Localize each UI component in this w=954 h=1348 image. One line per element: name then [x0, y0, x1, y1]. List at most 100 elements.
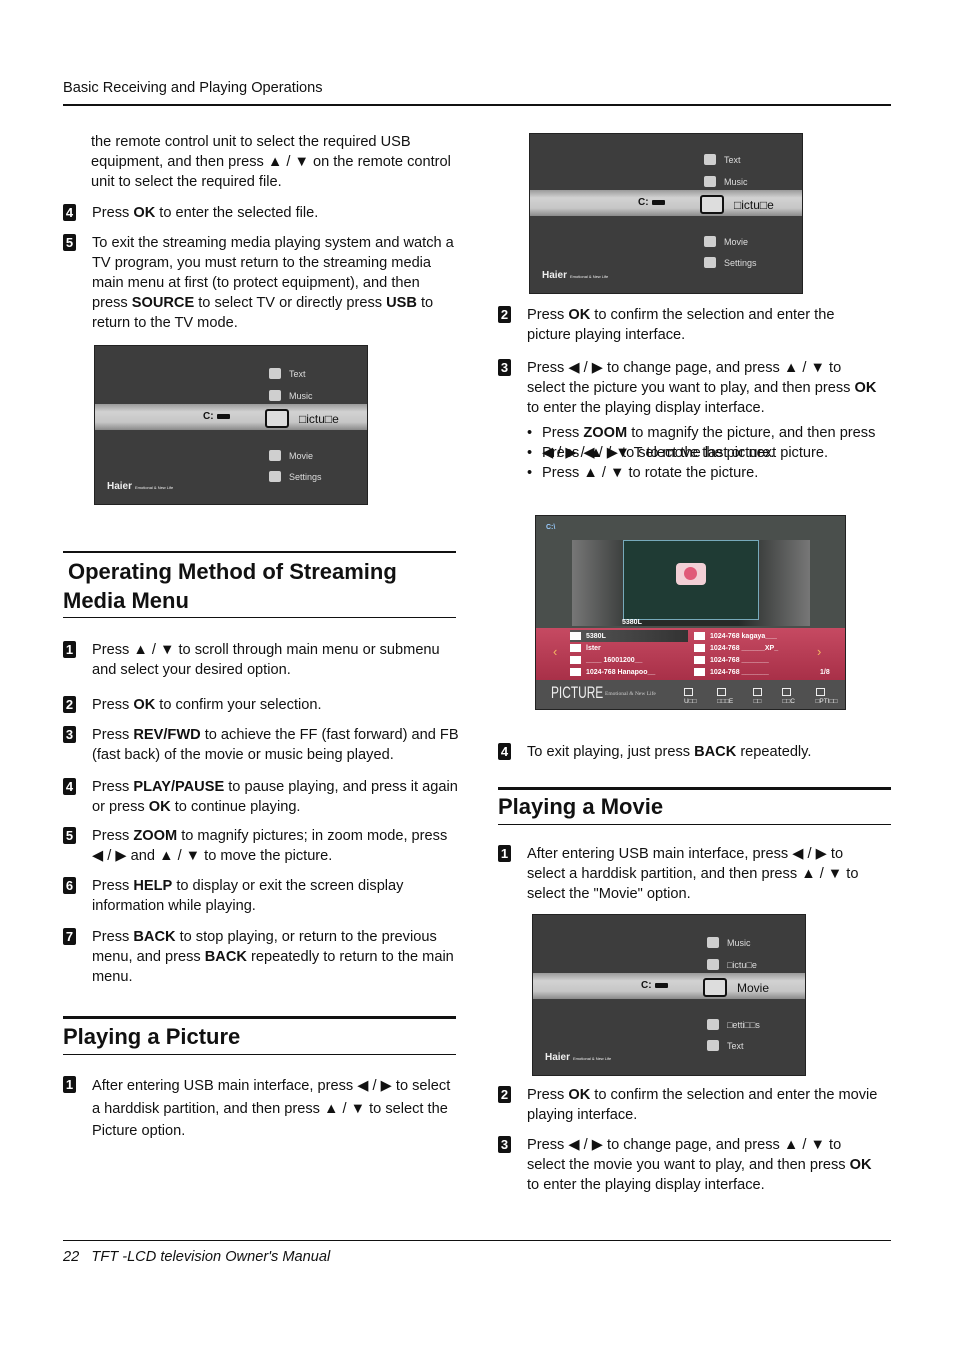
step-number-badge: 3	[498, 359, 511, 376]
key-name: ZOOM	[133, 828, 178, 844]
hint-item: □□C	[782, 688, 803, 705]
file-item[interactable]: 1024-768 ______XP_	[694, 642, 824, 654]
step-text: Press OK to confirm the selection and en…	[527, 305, 877, 345]
hint-key-icon	[717, 688, 727, 696]
file-item[interactable]: 5380L	[570, 630, 688, 642]
next-page-icon[interactable]: ›	[817, 644, 821, 659]
menu-item-label: Settings	[289, 471, 322, 482]
menu-item[interactable]: Settings	[704, 257, 757, 268]
file-item[interactable]: 1024-768 Hanapoo__	[570, 666, 688, 678]
menu-item[interactable]: Text	[269, 368, 306, 379]
step-number-badge: 5	[63, 234, 76, 251]
step-text: Press REV/FWD to achieve the FF (fast fo…	[92, 725, 460, 765]
menu-item-icon	[704, 236, 716, 247]
logo-tagline: Emotional & New Life	[135, 485, 174, 490]
text-segment: to confirm your selection.	[155, 697, 322, 713]
step-text: Press ◀ / ▶ to change page, and press ▲ …	[527, 1135, 882, 1195]
menu-item-label: Settings	[724, 257, 757, 268]
key-name: OK	[849, 1157, 872, 1173]
text-segment: repeatedly.	[736, 744, 812, 760]
step-number-badge: 1	[63, 1076, 76, 1093]
file-item[interactable]: lster	[570, 642, 688, 654]
file-name: 5380L	[586, 632, 606, 640]
text-segment: Press ◀ / ▶ to change page, and press ▲ …	[527, 1137, 850, 1173]
hint-key-icon	[815, 688, 825, 696]
text-segment: After entering USB main interface, press…	[92, 1078, 451, 1139]
step-text: Press PLAY/PAUSE to pause playing, and p…	[92, 777, 460, 817]
menu-item-selected[interactable]: Movie	[703, 978, 769, 997]
text-segment: Press	[527, 307, 569, 323]
text-segment: Press	[92, 828, 134, 844]
camera-placeholder-icon	[676, 563, 706, 585]
text-segment: Press	[92, 697, 134, 713]
hint-label: □□□E	[717, 698, 734, 705]
menu-item-icon	[707, 1019, 719, 1030]
menu-item[interactable]: Text	[707, 1040, 744, 1051]
text-segment: Press	[92, 205, 134, 221]
menu-item[interactable]: □ictu□e	[707, 959, 757, 970]
text-segment: to continue playing.	[170, 799, 301, 815]
logo-text: Haier	[545, 1052, 571, 1063]
header-rule	[63, 104, 891, 106]
file-name: 1024-768 ______XP_	[710, 644, 779, 652]
hint-key-icon	[753, 688, 763, 696]
menu-item-label: Text	[289, 368, 306, 379]
menu-item[interactable]: Music	[269, 390, 313, 401]
step-text: Press HELP to display or exit the screen…	[92, 876, 460, 916]
intro-paragraph: the remote control unit to select the re…	[91, 132, 451, 192]
selected-item-icon	[265, 409, 289, 428]
file-item[interactable]: 1024-768 kagaya___	[694, 630, 824, 642]
step-number-badge: 3	[63, 726, 76, 743]
menu-item-label: Text	[724, 154, 741, 165]
key-name: OK	[568, 1087, 591, 1103]
menu-item-label: □etti□□s	[727, 1019, 760, 1030]
menu-item[interactable]: Movie	[269, 450, 313, 461]
menu-item[interactable]: Music	[707, 937, 751, 948]
key-name: ZOOM	[583, 425, 628, 441]
menu-item-icon	[704, 176, 716, 187]
hint-key-icon	[684, 688, 693, 696]
key-name: OK	[133, 697, 156, 713]
menu-item-icon	[269, 368, 281, 379]
prev-page-icon[interactable]: ‹	[553, 644, 557, 659]
step-text: Press ◀ / ▶ to change page, and press ▲ …	[527, 358, 877, 418]
menu-item[interactable]: □etti□□s	[707, 1019, 760, 1030]
hard-disk-icon	[655, 983, 668, 988]
file-name: ____ 16001200__	[586, 656, 643, 664]
haier-logo: Haier Emotional & New Life	[542, 270, 608, 281]
selected-item-label: □ictu□e	[734, 197, 774, 212]
text-segment: Press	[92, 779, 134, 795]
hint-item: □PTI□□	[815, 688, 846, 705]
menu-item-selected[interactable]: □ictu□e	[700, 195, 774, 214]
menu-item-label: Music	[289, 390, 313, 401]
file-item[interactable]: ____ 16001200__	[570, 654, 688, 666]
preview-name: 5380L	[622, 619, 642, 626]
file-item[interactable]: 1024-768 _______	[694, 654, 824, 666]
file-name: lster	[586, 644, 601, 652]
menu-item[interactable]: Settings	[269, 471, 322, 482]
menu-item[interactable]: Music	[704, 176, 748, 187]
selected-item-icon	[700, 195, 724, 214]
text-segment: to select TV or directly press	[194, 295, 387, 311]
menu-item-selected[interactable]: □ictu□e	[265, 409, 339, 428]
step-text: Press ZOOM to magnify pictures; in zoom …	[92, 826, 460, 866]
drive-label: C:	[641, 980, 652, 991]
step-number-badge: 5	[63, 827, 76, 844]
hint-item: □□□E	[717, 688, 741, 705]
menu-item[interactable]: Movie	[704, 236, 748, 247]
menu-item-label: Text	[727, 1040, 744, 1051]
menu-item-icon	[707, 1040, 719, 1051]
section-rule	[498, 787, 891, 790]
file-item[interactable]: 1024-768 _______	[694, 666, 824, 678]
bullet-item: Press ▲ / ▼ to rotate the picture.	[527, 463, 882, 483]
menu-item[interactable]: Text	[704, 154, 741, 165]
hint-item: □□	[753, 688, 770, 705]
key-name: OK	[133, 205, 156, 221]
menu-item-label: Movie	[724, 236, 749, 247]
page-indicator: 1/8	[820, 669, 830, 676]
step-number-badge: 2	[63, 696, 76, 713]
text-segment: Press	[527, 1087, 569, 1103]
file-icon	[570, 644, 581, 652]
step-text: Press BACK to stop playing, or return to…	[92, 927, 460, 987]
text-segment: After entering USB main interface, press…	[527, 846, 859, 902]
